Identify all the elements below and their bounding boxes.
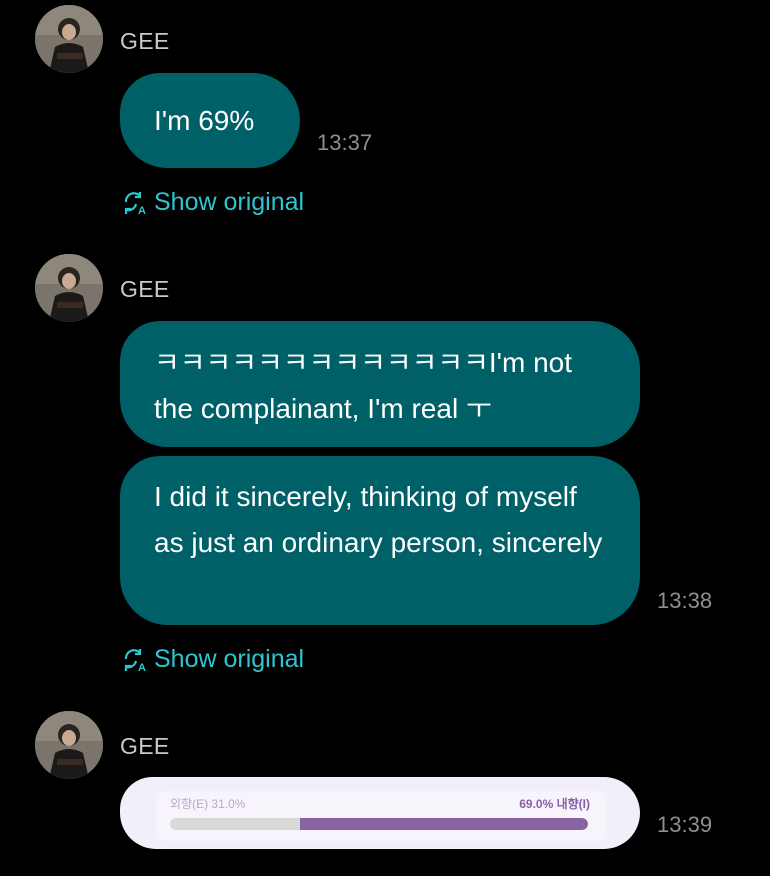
show-original-label: Show original [154,645,305,673]
shared-result-card[interactable]: 외향(E) 31.0% 69.0% 내향(I) [120,777,640,849]
mbti-result-panel: 외향(E) 31.0% 69.0% 내향(I) [156,791,606,841]
sender-avatar[interactable] [35,254,103,322]
sender-name: GEE [120,28,170,54]
extravert-label: 외향(E) 31.0% [170,797,246,811]
svg-text:A: A [138,205,146,216]
message-time: 13:39 [657,812,713,837]
sender-name: GEE [120,733,170,759]
message-text: I did it sincerely, thinking of myself a… [154,481,603,558]
translate-icon: A [122,647,148,674]
message-time: 13:38 [657,588,713,613]
show-original-button[interactable]: A Show original [122,645,304,674]
sender-avatar[interactable] [35,5,103,73]
introvert-bar-fill [299,818,588,830]
message-time: 13:37 [317,130,373,155]
message-text: I'm 69% [154,105,255,136]
show-original-label: Show original [154,188,305,216]
ratio-bar-track [170,818,588,830]
svg-text:A: A [138,662,146,673]
message-bubble[interactable]: I'm 69% [120,73,300,168]
translate-icon: A [122,190,148,217]
sender-avatar[interactable] [35,711,103,779]
show-original-button[interactable]: A Show original [122,188,304,217]
message-text: ㅋㅋㅋㅋㅋㅋㅋㅋㅋㅋㅋㅋㅋI'm not the complainant, I'… [154,347,573,424]
sender-name: GEE [120,276,170,302]
chat-view: GEE I'm 69% 13:37 A Show original GEE ㅋㅋ… [0,0,770,876]
message-bubble[interactable]: I did it sincerely, thinking of myself a… [120,456,640,625]
introvert-label: 69.0% 내향(I) [519,797,590,811]
message-bubble[interactable]: ㅋㅋㅋㅋㅋㅋㅋㅋㅋㅋㅋㅋㅋI'm not the complainant, I'… [120,321,640,447]
